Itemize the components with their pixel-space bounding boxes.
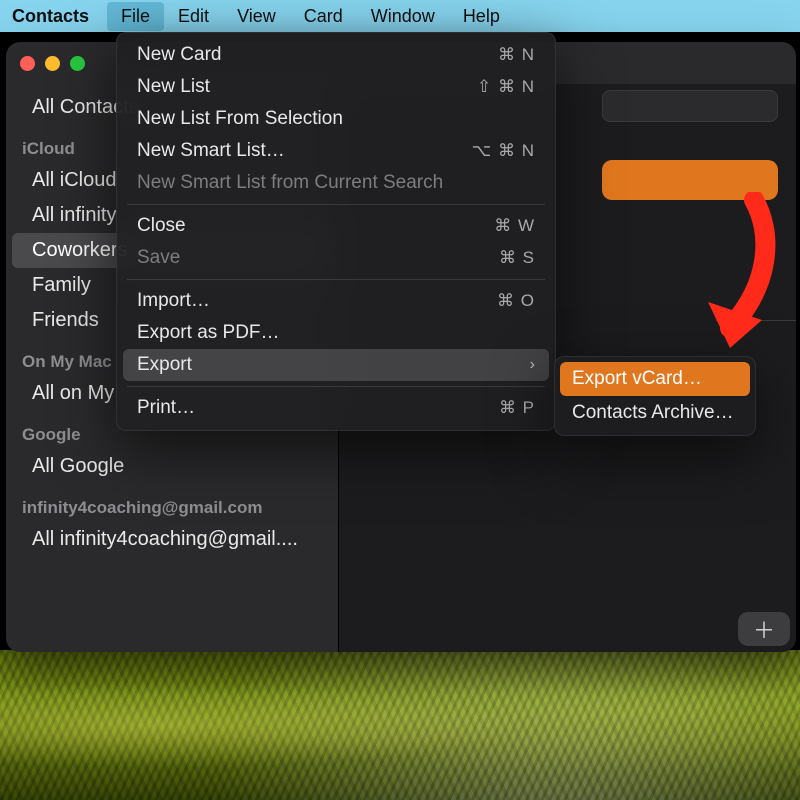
menubar-item-view[interactable]: View [223,2,290,31]
menu-item[interactable]: New Card ⌘ N [123,39,549,71]
add-contact-button[interactable]: ＋ [738,612,790,646]
sidebar-item[interactable]: All Google [12,449,332,484]
menu-item[interactable]: Export › [123,349,549,381]
menu-item[interactable]: Close ⌘ W [123,210,549,242]
menubar-item-file[interactable]: File [107,2,164,31]
menu-item[interactable]: Print… ⌘ P [123,392,549,424]
sidebar-section-gmail: infinity4coaching@gmail.com [6,484,338,522]
menu-item[interactable]: Export as PDF… [123,317,549,349]
menubar-item-help[interactable]: Help [449,2,514,31]
menu-separator [127,204,545,205]
menu-item-shortcut: ⌘ S [499,248,535,268]
content-divider [716,320,796,321]
menu-item-label: Close [137,215,186,237]
menu-item-label: Print… [137,397,195,419]
submenu-item[interactable]: Export vCard… [560,362,750,396]
menu-item-shortcut: ⌥ ⌘ N [472,141,535,161]
menu-item-label: New List [137,76,210,98]
menu-item[interactable]: New Smart List… ⌥ ⌘ N [123,135,549,167]
search-input[interactable] [602,90,778,122]
menubar-app-name[interactable]: Contacts [6,2,107,31]
menu-item-shortcut: ⌘ O [497,291,535,311]
zoom-window-button[interactable] [70,56,85,71]
menu-item: Save ⌘ S [123,242,549,274]
menu-item[interactable]: New List ⇧ ⌘ N [123,71,549,103]
desktop-wallpaper [0,650,800,800]
menu-item-label: Export as PDF… [137,322,280,344]
menu-separator [127,386,545,387]
menubar-item-window[interactable]: Window [357,2,449,31]
menu-item-shortcut: ⇧ ⌘ N [477,77,535,97]
menu-item-label: Save [137,247,180,269]
menu-item: New Smart List from Current Search [123,167,549,199]
menu-item-shortcut: ⌘ N [498,45,535,65]
menu-item[interactable]: New List From Selection [123,103,549,135]
plus-icon: ＋ [753,613,775,645]
menu-item-label: New Smart List… [137,140,285,162]
menu-item-label: New Card [137,44,221,66]
selected-contact-card[interactable] [602,160,778,200]
minimize-window-button[interactable] [45,56,60,71]
file-menu: New Card ⌘ N New List ⇧ ⌘ N New List From Se… [116,32,556,431]
menu-separator [127,279,545,280]
menu-item-label: New Smart List from Current Search [137,172,443,194]
menu-item-label: New List From Selection [137,108,343,130]
menu-item-shortcut: ⌘ W [494,216,535,236]
system-menubar: Contacts File Edit View Card Window Help [0,0,800,32]
submenu-item[interactable]: Contacts Archive… [560,396,750,430]
menu-item-shortcut: ⌘ P [499,398,535,418]
menubar-item-card[interactable]: Card [290,2,357,31]
menu-item[interactable]: Import… ⌘ O [123,285,549,317]
menu-item-label: Import… [137,290,210,312]
menu-item-label: Export [137,354,192,376]
traffic-lights [20,56,85,71]
sidebar-item[interactable]: All infinity4coaching@gmail.... [12,522,332,557]
close-window-button[interactable] [20,56,35,71]
menubar-item-edit[interactable]: Edit [164,2,223,31]
chevron-right-icon: › [530,356,535,374]
export-submenu: Export vCard…Contacts Archive… [554,356,756,436]
